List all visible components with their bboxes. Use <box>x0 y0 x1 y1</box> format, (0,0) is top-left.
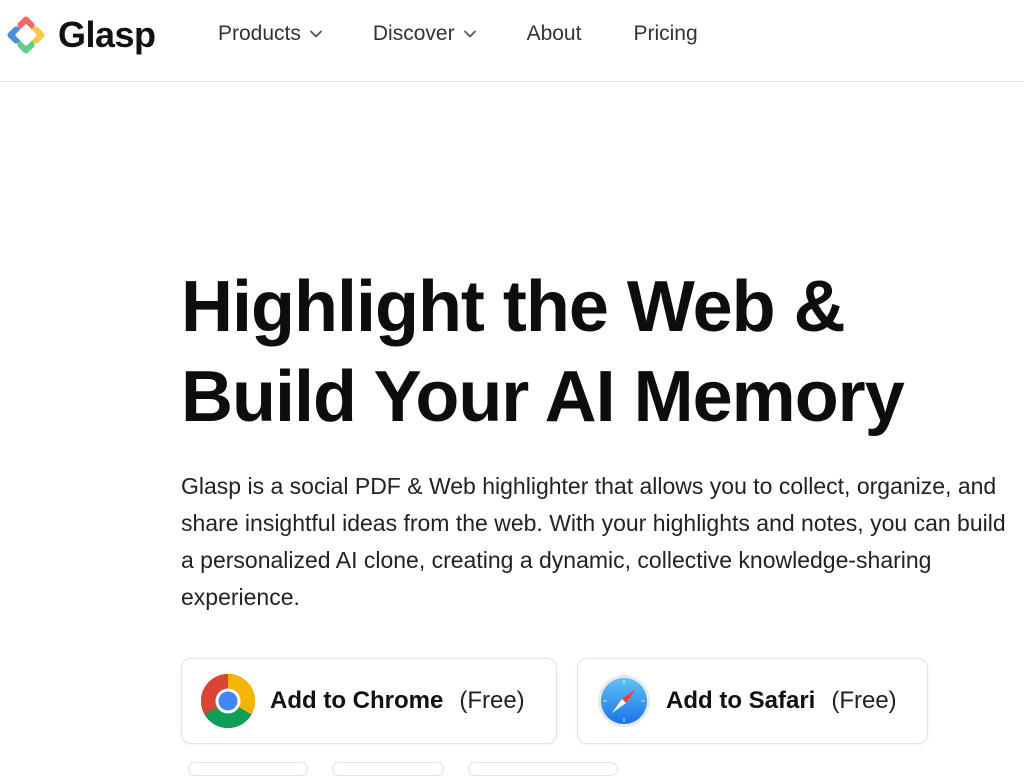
nav-products-dropdown[interactable]: Products <box>218 22 323 46</box>
hero-section: Highlight the Web & Build Your AI Memory… <box>181 262 1021 616</box>
nav-about-link[interactable]: About <box>527 22 582 46</box>
brand-home-link[interactable]: Glasp <box>4 13 156 57</box>
cropped-button[interactable] <box>468 762 618 776</box>
cropped-button[interactable] <box>332 762 444 776</box>
main-nav: Products Discover About Pricing <box>218 22 698 46</box>
nav-pricing-link[interactable]: Pricing <box>633 22 697 46</box>
hero-title-line-2: Build Your AI Memory <box>181 357 905 437</box>
secondary-buttons-row-cropped <box>188 762 618 776</box>
brand-name: Glasp <box>58 14 156 55</box>
cropped-button[interactable] <box>188 762 308 776</box>
add-to-safari-button[interactable]: Add to Safari (Free) <box>577 658 928 744</box>
safari-compass-icon <box>598 675 650 727</box>
glasp-diamond-logo-icon <box>7 16 45 54</box>
chrome-icon <box>200 674 256 729</box>
hero-description: Glasp is a social PDF & Web highlighter … <box>181 473 1006 610</box>
hero-title: Highlight the Web & Build Your AI Memory <box>181 262 1021 442</box>
add-to-chrome-price-note: (Free) <box>459 687 525 714</box>
top-navigation-bar: Glasp Products Discover About Pricing <box>0 0 1024 82</box>
cta-button-row: Add to Chrome (Free) Add to Safari (Free… <box>181 658 928 744</box>
chevron-down-icon <box>309 30 322 38</box>
add-to-chrome-button[interactable]: Add to Chrome (Free) <box>181 658 557 744</box>
chevron-down-icon <box>463 30 476 38</box>
add-to-chrome-label: Add to Chrome <box>270 687 444 714</box>
hero-title-line-1: Highlight the Web & <box>181 267 846 347</box>
nav-pricing-label: Pricing <box>633 22 698 45</box>
nav-products-label: Products <box>218 22 301 45</box>
add-to-safari-price-note: (Free) <box>831 687 897 714</box>
nav-discover-dropdown[interactable]: Discover <box>373 22 477 46</box>
nav-about-label: About <box>526 22 582 45</box>
nav-discover-label: Discover <box>372 22 455 45</box>
add-to-safari-label: Add to Safari <box>666 687 816 714</box>
